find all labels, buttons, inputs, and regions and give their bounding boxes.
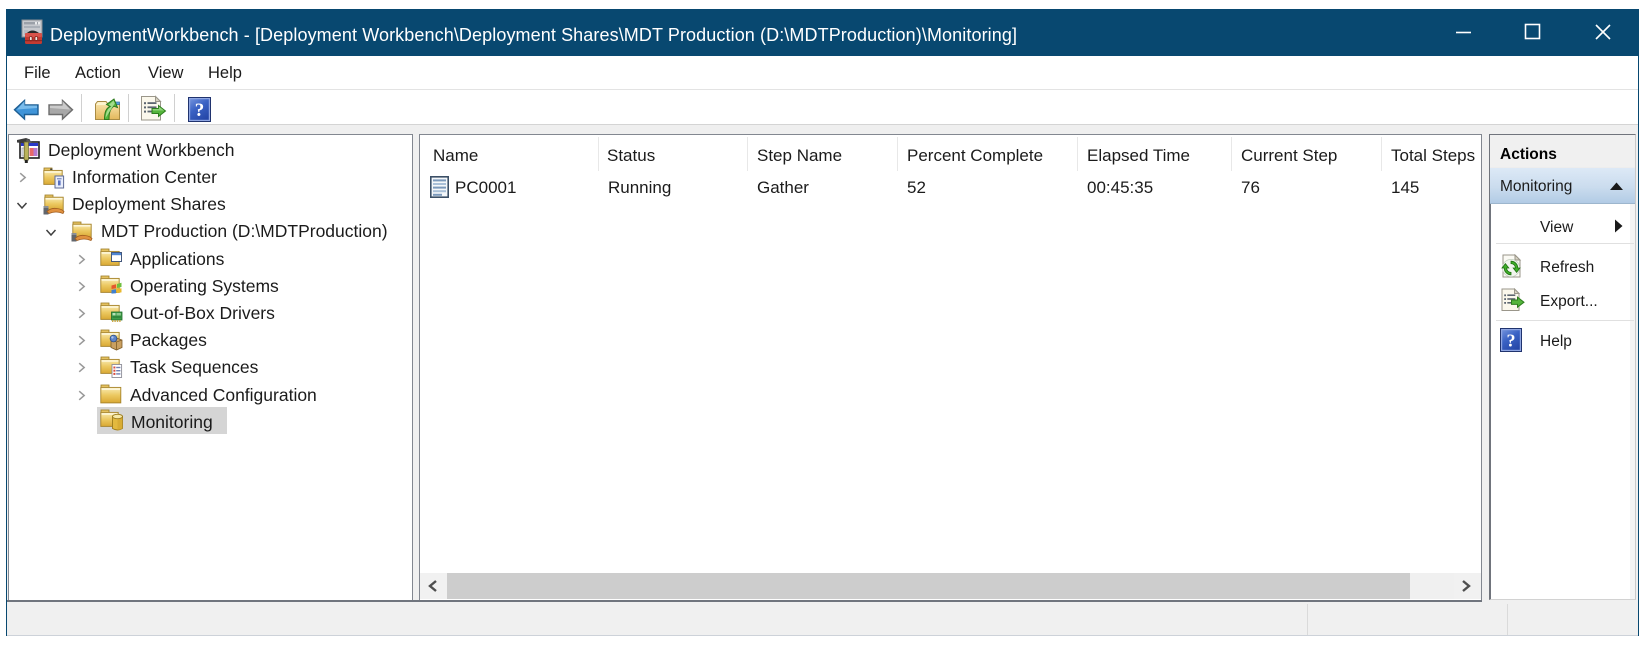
svg-text:?: ? (195, 100, 205, 121)
svg-text:?: ? (1507, 331, 1516, 351)
